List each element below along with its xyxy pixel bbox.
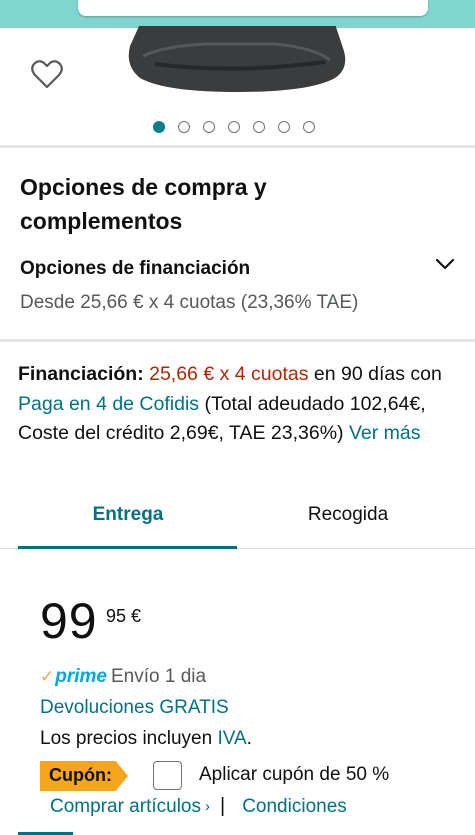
financing-options-heading[interactable]: Opciones de financiación: [20, 258, 250, 280]
prime-check-icon: ✓: [40, 667, 55, 686]
financing-details: Financiación: 25,66 € x 4 cuotas en 90 d…: [18, 360, 458, 449]
price-whole: 99: [40, 593, 98, 649]
chevron-right-icon[interactable]: ›: [205, 798, 210, 815]
vat-link[interactable]: IVA: [217, 728, 246, 749]
carousel-dot[interactable]: [303, 121, 315, 133]
cofidis-link[interactable]: Paga en 4 de Cofidis: [18, 393, 199, 415]
vat-end: .: [246, 728, 252, 749]
product-stand-image[interactable]: [125, 26, 350, 94]
purchase-options-title: Opciones de compra y complementos: [20, 174, 267, 234]
coupon-label: Cupón:: [49, 765, 112, 785]
financing-summary: Desde 25,66 € x 4 cuotas (23,36% TAE): [20, 292, 359, 313]
carousel-dot[interactable]: [253, 121, 265, 133]
financing-label: Financiación:: [18, 363, 144, 385]
tab-entrega[interactable]: Entrega: [18, 504, 238, 526]
active-tab-indicator: [18, 546, 237, 549]
see-more-link[interactable]: Ver más: [349, 422, 421, 444]
prime-shipping-line: ✓ prime Envío 1 dia: [40, 666, 206, 688]
buy-items-link[interactable]: Comprar artículos: [50, 796, 201, 818]
chevron-down-icon[interactable]: [434, 253, 456, 275]
carousel-dot-active[interactable]: [153, 121, 165, 133]
price: 99 95 €: [40, 593, 141, 649]
vat-text: Los precios incluyen: [40, 728, 218, 749]
carousel-dot[interactable]: [178, 121, 190, 133]
coupon-apply-text[interactable]: Aplicar cupón de 50 %: [199, 764, 389, 786]
carousel-dot[interactable]: [203, 121, 215, 133]
vat-line: Los precios incluyen IVA.: [40, 728, 252, 750]
shipping-text: Envío 1 dia: [111, 666, 207, 687]
carousel-dot[interactable]: [228, 121, 240, 133]
section-divider: [0, 339, 475, 342]
financing-text: en 90 días con: [308, 363, 442, 385]
installments-amount: 25,66 € x 4 cuotas: [149, 363, 309, 385]
heart-icon[interactable]: [30, 58, 64, 92]
prime-logo: prime: [55, 666, 107, 687]
coupon-checkbox[interactable]: [153, 761, 182, 790]
conditions-link[interactable]: Condiciones: [242, 796, 347, 818]
search-box[interactable]: [78, 0, 428, 16]
carousel-dot[interactable]: [278, 121, 290, 133]
carousel-dots[interactable]: [153, 120, 315, 134]
link-separator: |: [220, 795, 226, 817]
top-header-bar: [0, 0, 475, 28]
section-divider: [0, 145, 475, 148]
coupon-links: Comprar artículos › | Condiciones: [50, 795, 347, 818]
free-returns-link[interactable]: Devoluciones GRATIS: [40, 697, 229, 719]
tab-recogida[interactable]: Recogida: [238, 504, 458, 526]
price-fraction: 95 €: [106, 606, 142, 626]
